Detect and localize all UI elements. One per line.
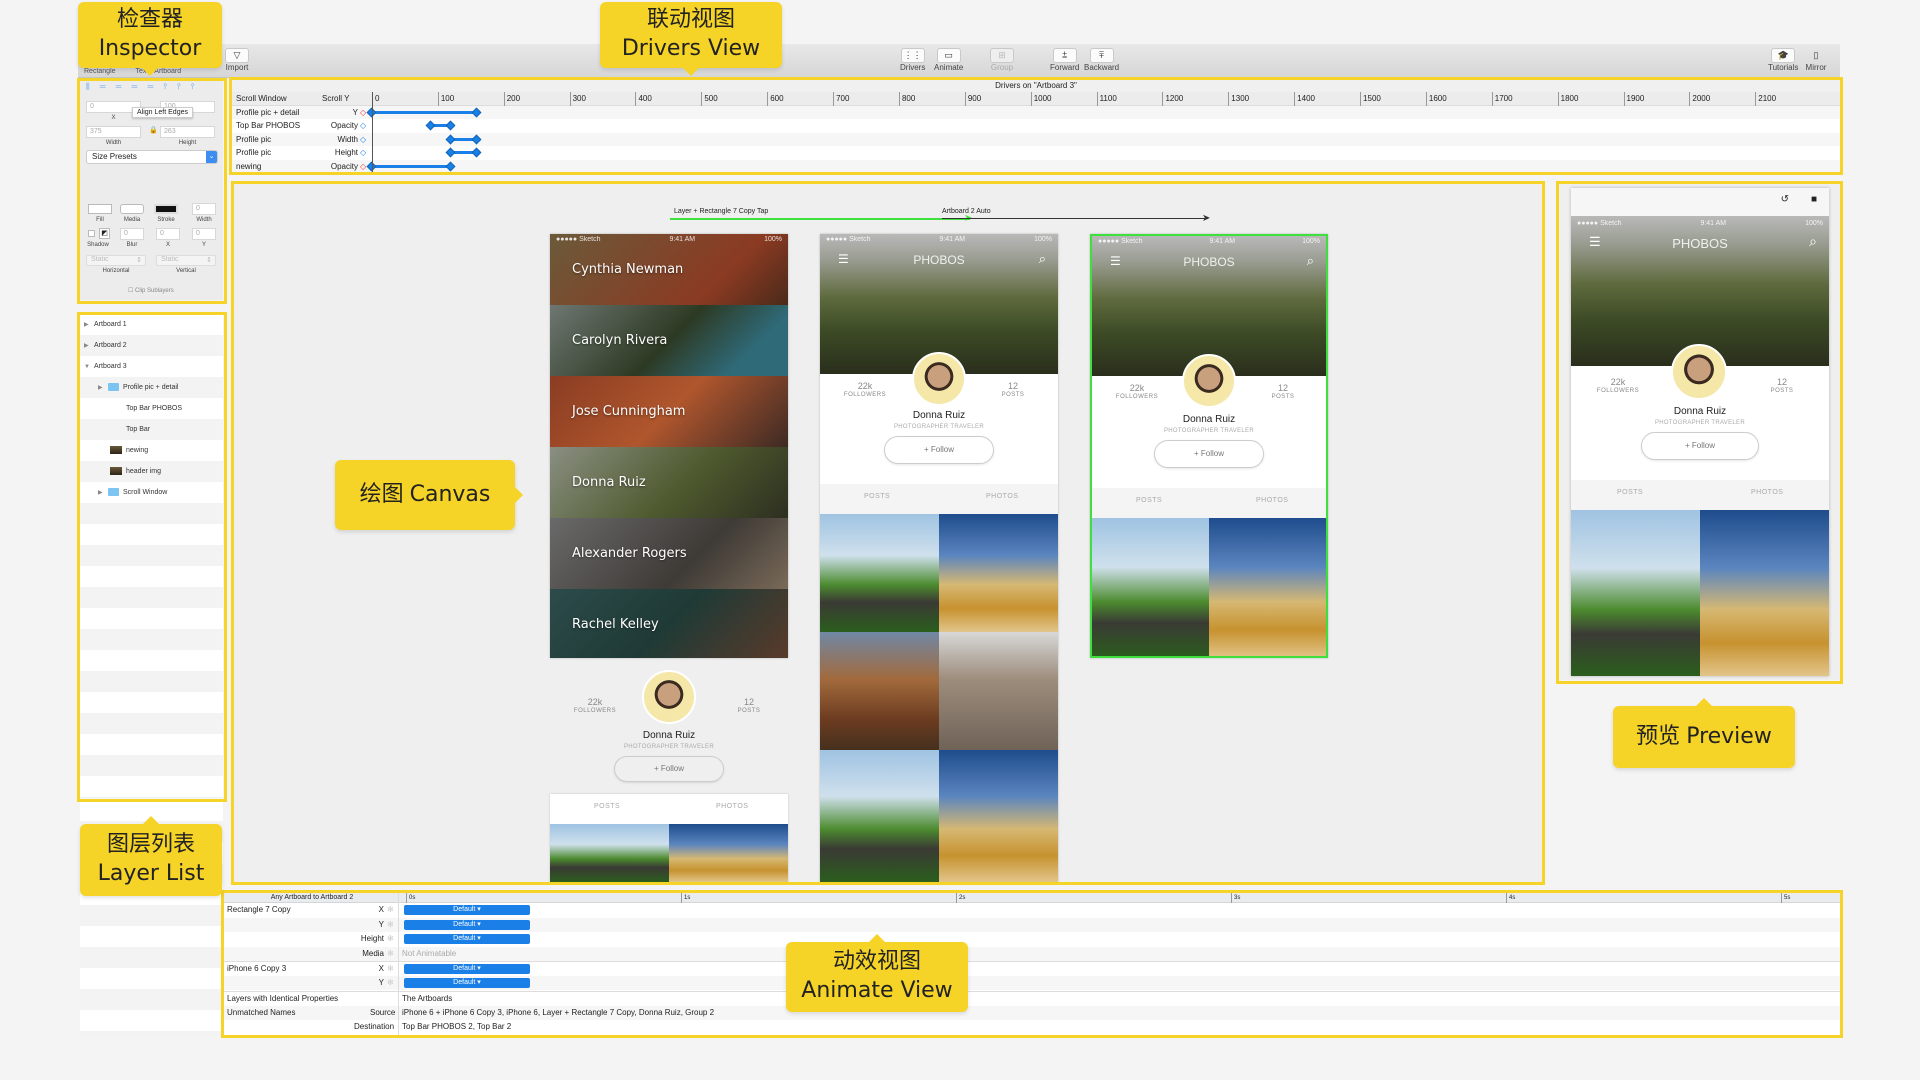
import-icon: ▽ xyxy=(225,48,249,63)
insert-artboard-label[interactable]: Artboard xyxy=(154,68,181,75)
phone-mirror-icon: ▯ xyxy=(1813,50,1819,60)
callout-drivers: 联动视图 Drivers View xyxy=(600,2,782,76)
insert-labels: Rectangle Text Artboard xyxy=(84,68,181,75)
drivers-button[interactable]: ⋮⋮ Drivers xyxy=(900,48,925,72)
tutorials-label: Tutorials xyxy=(1768,63,1799,72)
callout-layers: 图层列表 Layer List xyxy=(80,816,222,896)
canvas-highlight xyxy=(231,181,1545,885)
callout-canvas: 绘图 Canvas xyxy=(335,460,523,530)
layer-list-highlight xyxy=(77,312,227,802)
tutorials-button[interactable]: 🎓 Tutorials xyxy=(1768,48,1798,72)
group-icon: ⊞ xyxy=(990,48,1014,63)
import-label: Import xyxy=(225,63,249,72)
bring-forward-icon: ⩲ xyxy=(1052,48,1077,63)
import-button[interactable]: ▽ Import xyxy=(225,48,249,72)
animate-icon: ▭ xyxy=(936,48,961,63)
group-button[interactable]: ⊞ Group xyxy=(990,48,1014,72)
mirror-button[interactable]: ▯ Mirror xyxy=(1804,48,1828,72)
preview-highlight xyxy=(1556,181,1843,684)
forward-button[interactable]: ⩲ Forward xyxy=(1050,48,1079,72)
status-bar: ●●●●● Sketch 9:41 AM 100% xyxy=(556,236,782,243)
drivers-icon: ⋮⋮ xyxy=(900,48,925,63)
drivers-label: Drivers xyxy=(900,63,926,72)
inspector-highlight xyxy=(77,78,227,304)
animate-label: Animate xyxy=(934,63,964,72)
main-toolbar: Rectangle Text Artboard ▽Import ⋮⋮Driver… xyxy=(78,44,1840,78)
backward-label: Backward xyxy=(1084,63,1120,72)
mirror-label: Mirror xyxy=(1805,63,1827,72)
insert-rectangle-label[interactable]: Rectangle xyxy=(84,68,116,75)
callout-inspector: 检查器 Inspector xyxy=(78,2,222,76)
callout-animate: 动效视图 Animate View xyxy=(786,934,968,1012)
animate-button[interactable]: ▭ Animate xyxy=(934,48,963,72)
graduation-cap-icon: 🎓 xyxy=(1771,48,1796,63)
callout-preview: 预览 Preview xyxy=(1613,698,1795,768)
backward-button[interactable]: ⩱ Backward xyxy=(1084,48,1119,72)
drivers-highlight xyxy=(229,77,1843,175)
send-backward-icon: ⩱ xyxy=(1089,48,1114,63)
group-label: Group xyxy=(990,63,1014,72)
animate-highlight xyxy=(221,890,1843,1038)
forward-label: Forward xyxy=(1050,63,1080,72)
